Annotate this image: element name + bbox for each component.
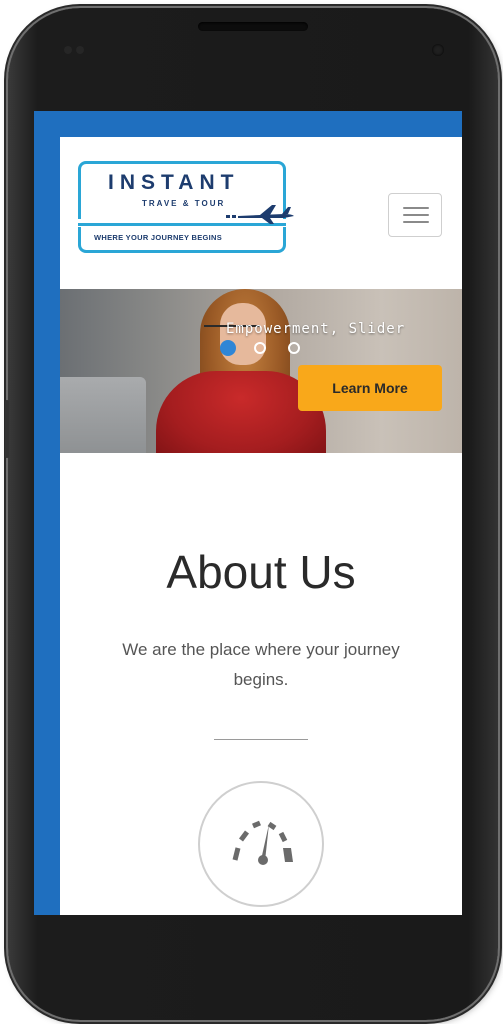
slider-dot-3[interactable] [288, 342, 300, 354]
about-description: We are the place where your journey begi… [122, 640, 400, 689]
phone-sensor [64, 46, 72, 54]
hamburger-icon [403, 207, 429, 209]
laptop-image [60, 377, 146, 453]
section-divider [214, 739, 308, 740]
phone-screen: INSTANT TRAVE & TOUR WHERE YOUR JOURNEY … [34, 111, 462, 915]
phone-sensor [76, 46, 84, 54]
slider-dot-1[interactable] [220, 340, 236, 356]
logo-subtitle: TRAVE & TOUR [142, 199, 226, 208]
airplane-icon [226, 205, 294, 224]
learn-more-button[interactable]: Learn More [298, 365, 442, 411]
web-page: INSTANT TRAVE & TOUR WHERE YOUR JOURNEY … [60, 137, 462, 915]
slide-title: Empowerment, Slider [226, 321, 406, 337]
hamburger-icon [403, 221, 429, 223]
slider-dot-2[interactable] [254, 342, 266, 354]
menu-button[interactable] [388, 193, 442, 237]
phone-frame: INSTANT TRAVE & TOUR WHERE YOUR JOURNEY … [5, 8, 498, 1020]
hamburger-icon [403, 214, 429, 216]
logo-name: INSTANT [108, 171, 240, 194]
phone-side-button [5, 400, 9, 458]
logo-tagline: WHERE YOUR JOURNEY BEGINS [94, 233, 223, 242]
phone-camera-icon [432, 44, 444, 56]
hero-slider[interactable]: Empowerment, Slider Learn More [60, 289, 462, 453]
phone-speaker [198, 22, 308, 31]
about-heading: About Us [166, 546, 356, 598]
speedometer-icon [232, 820, 293, 865]
feature-icon-circle [198, 781, 324, 907]
site-logo[interactable]: INSTANT TRAVE & TOUR WHERE YOUR JOURNEY … [78, 161, 294, 255]
